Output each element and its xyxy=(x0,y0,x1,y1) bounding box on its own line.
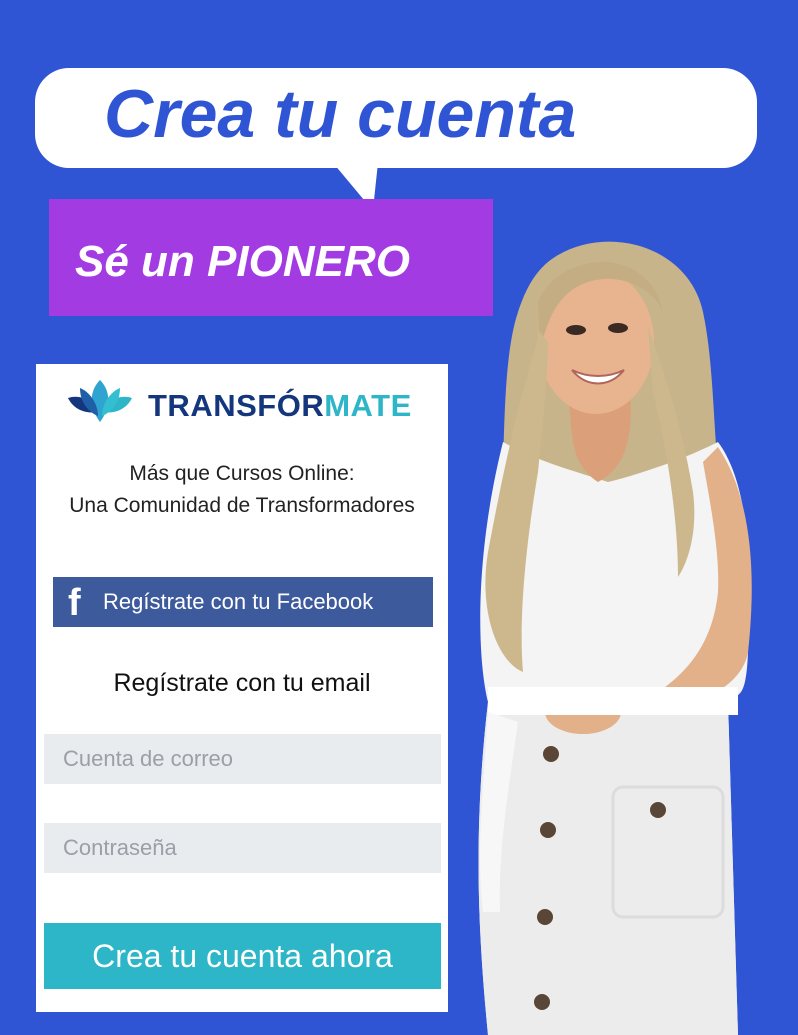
email-section-heading: Regístrate con tu email xyxy=(113,669,371,697)
create-account-button[interactable]: Crea tu cuenta ahora xyxy=(44,923,441,989)
tagline-line1: Más que Cursos Online: xyxy=(129,462,355,485)
facebook-icon: f xyxy=(68,582,81,624)
brand-logo-part2: MATE xyxy=(324,388,412,423)
brand-logo-part1: TRANSFÓR xyxy=(148,388,325,423)
tagline: Más que Cursos Online: Una Comunidad de … xyxy=(36,458,448,522)
woman-photo xyxy=(478,241,752,1035)
brand-logo-text: TRANSFÓRMATE xyxy=(148,388,412,424)
tagline-line2: Una Comunidad de Transformadores xyxy=(69,494,415,517)
page-title: Crea tu cuenta xyxy=(104,76,577,152)
facebook-signup-label: Regístrate con tu Facebook xyxy=(103,589,374,614)
lotus-icon xyxy=(68,380,132,422)
password-field[interactable] xyxy=(44,823,441,873)
pioneer-text: Sé un PIONERO xyxy=(75,237,410,286)
email-field[interactable] xyxy=(44,734,441,784)
